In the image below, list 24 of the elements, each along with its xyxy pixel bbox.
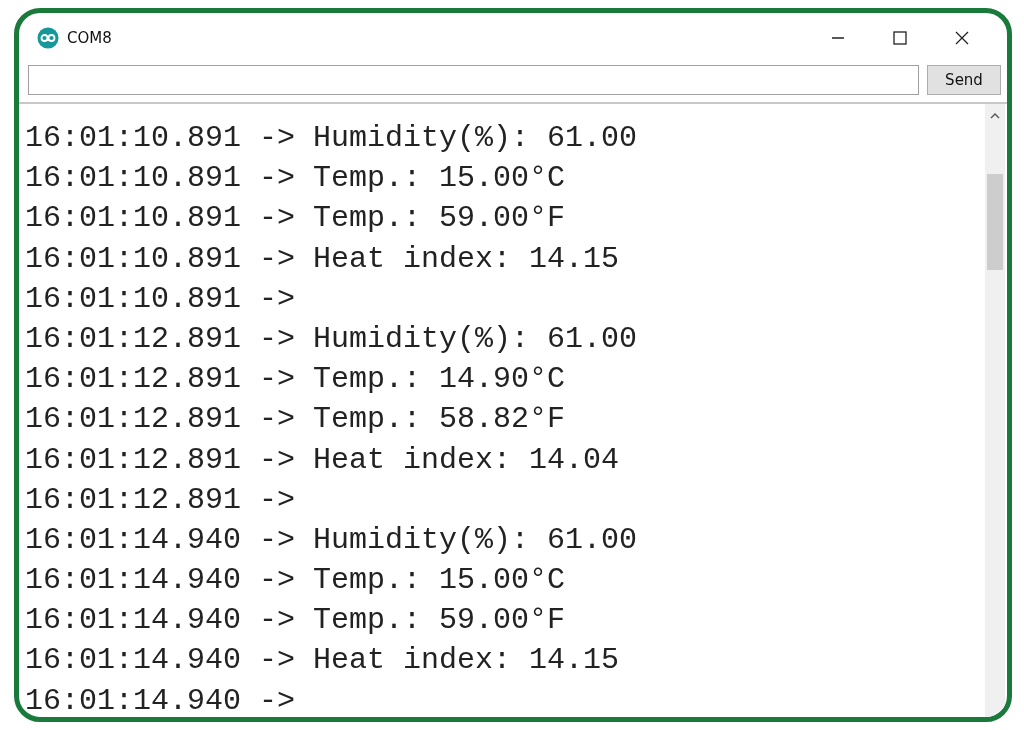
maximize-icon[interactable] bbox=[892, 30, 908, 46]
log-line: 16:01:10.891 -> Temp.: 59.00°F bbox=[25, 201, 566, 236]
close-icon[interactable] bbox=[954, 30, 970, 46]
window-title: COM8 bbox=[67, 29, 112, 47]
scrollbar[interactable] bbox=[985, 104, 1005, 717]
input-field[interactable] bbox=[28, 65, 919, 95]
log-line: 16:01:12.891 -> Humidity(%): 61.00 bbox=[25, 321, 638, 356]
log-line: 16:01:14.940 -> Temp.: 59.00°F bbox=[25, 603, 566, 638]
log-line: 16:01:10.891 -> Humidity(%): 61.00 bbox=[25, 121, 638, 155]
log-line: 16:01:10.891 -> Heat index: 14.15 bbox=[25, 241, 620, 276]
log-line: 16:01:14.940 -> Humidity(%): 61.00 bbox=[25, 522, 638, 557]
log-line: 16:01:12.891 -> Temp.: 14.90°C bbox=[25, 362, 566, 397]
scroll-up-icon[interactable] bbox=[990, 112, 1000, 120]
log-line: 16:01:12.891 -> Heat index: 14.04 bbox=[25, 442, 620, 477]
infinity-logo-icon bbox=[37, 27, 59, 49]
send-button[interactable]: Send bbox=[927, 65, 1001, 95]
scroll-thumb[interactable] bbox=[987, 174, 1003, 270]
log-line: 16:01:10.891 -> Temp.: 15.00°C bbox=[25, 161, 566, 196]
log-line: 16:01:12.891 -> Temp.: 58.82°F bbox=[25, 402, 566, 437]
log-line: 16:01:14.940 -> Temp.: 15.00°C bbox=[25, 563, 566, 598]
log-line: 16:01:14.940 -> bbox=[25, 683, 296, 717]
log-line: 16:01:10.891 -> bbox=[25, 281, 296, 316]
log-line: 16:01:12.891 -> bbox=[25, 482, 296, 517]
log-line: 16:01:14.940 -> Heat index: 14.15 bbox=[25, 643, 620, 678]
